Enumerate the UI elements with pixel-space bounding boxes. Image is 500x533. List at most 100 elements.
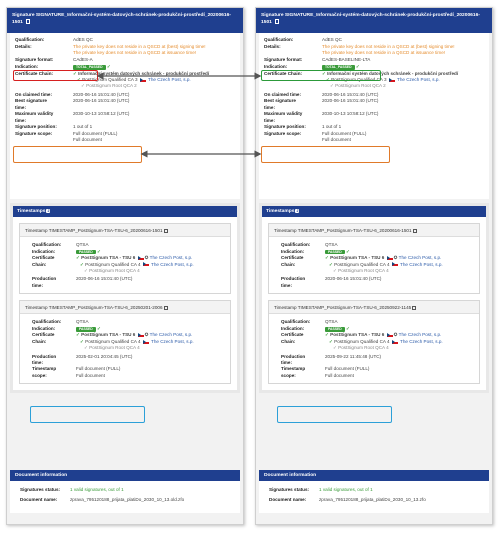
czech-flag-icon <box>137 333 144 338</box>
ts-chain-item-root[interactable]: ✓ PostSignum Root QCA 4 <box>325 268 475 274</box>
signature-header[interactable]: Signature SIGNATURE_Informační-systém-da… <box>256 8 492 33</box>
qualification-label: Qualification: <box>264 37 294 42</box>
report-panel-left: Signature SIGNATURE_Informační-systém-da… <box>6 7 244 525</box>
copy-icon[interactable] <box>26 19 31 24</box>
timestamps-header[interactable]: Timestamps 2 <box>262 206 486 217</box>
copy-icon[interactable] <box>412 228 417 234</box>
signature-title: Signature SIGNATURE_Informační-systém-da… <box>261 13 480 25</box>
details-value: The private key does not reside in a QSC… <box>73 44 237 57</box>
czech-flag-icon <box>391 339 398 344</box>
on-claimed-time-label: On claimed time: <box>15 91 53 97</box>
timestamps-section: Timestamps 2 Timestamp TIMESTAMP_PostSign… <box>10 203 240 394</box>
on-claimed-time-label: On claimed time: <box>264 91 302 97</box>
czech-flag-icon <box>142 339 149 344</box>
maximum-validity-label: Maximum validity time: <box>15 111 54 123</box>
timestamp-card: Timestamp TIMESTAMP_PostSignum-TSA-TSU-6… <box>268 223 480 295</box>
report-panel-right: Signature SIGNATURE_Informační-systém-da… <box>255 7 493 525</box>
production-time-highlight-right <box>277 406 392 423</box>
ts-indication-badge: PASSED <box>76 326 96 332</box>
timestamps-header[interactable]: Timestamps 2 <box>13 206 237 217</box>
ts-indication-label: Indication: <box>281 325 305 331</box>
timestamp-title[interactable]: Timestamp TIMESTAMP_PostSignum-TSA-TSU-6… <box>269 224 479 237</box>
signature-format-label: Signature format: <box>15 57 54 63</box>
signature-details: Qualification: AdES QC Details: The priva… <box>259 33 489 199</box>
ts-qualification-label: Qualification: <box>32 242 62 247</box>
timestamp-scope-value-2: Full document <box>76 372 105 378</box>
signature-format-label: Signature format: <box>264 57 303 63</box>
production-time-value: 2025-02-01 20:04:45 (UTC) <box>76 353 133 359</box>
ts-certificate-chain-label: Certificate Chain: <box>32 332 55 344</box>
qualification-value: AdES QC <box>73 37 93 42</box>
document-information-header[interactable]: Document information <box>259 470 489 481</box>
qualification-value: AdES QC <box>322 37 342 42</box>
czech-flag-icon <box>388 77 395 82</box>
copy-icon[interactable] <box>163 228 168 234</box>
ts-indication-label: Indication: <box>32 325 56 331</box>
ts-indication-label: Indication: <box>281 248 305 254</box>
ts-certificate-chain-label: Certificate Chain: <box>281 255 304 267</box>
best-signature-time-value: 2020-06-16 15:01:40 (UTC) <box>73 98 130 104</box>
on-claimed-time-value: 2020-06-16 15:01:40 (UTC) <box>73 91 130 97</box>
signature-header[interactable]: Signature SIGNATURE_Informační-systém-da… <box>7 8 243 33</box>
timestamp-scope-label: Timestamp scope: <box>281 366 306 378</box>
copy-icon[interactable] <box>163 305 168 311</box>
timestamp-card: Timestamp TIMESTAMP_PostSignum-TSA-TSU-6… <box>268 300 480 385</box>
copy-icon[interactable] <box>412 305 417 311</box>
details-value: The private key does not reside in a QSC… <box>322 44 486 57</box>
ts-qualification-label: Qualification: <box>281 319 311 325</box>
ts-qualification-value: QTSA <box>76 242 89 247</box>
check-icon: ✓ <box>345 248 350 254</box>
timestamp-card: Timestamp TIMESTAMP_PostSignum-TSA-TSU-6… <box>19 223 231 295</box>
check-icon: ✓ <box>96 325 101 331</box>
czech-flag-icon <box>386 333 393 338</box>
ts-qualification-label: Qualification: <box>32 319 62 325</box>
maximum-validity-value: 2030-10-13 10:58:12 (UTC) <box>73 111 130 117</box>
details-label: Details: <box>15 43 32 49</box>
detail-warning-2: The private key does not reside in a QSC… <box>322 50 446 55</box>
signature-title: Signature SIGNATURE_Informační-systém-da… <box>12 13 231 25</box>
timestamp-title[interactable]: Timestamp TIMESTAMP_PostSignum-TSA-TSU-6… <box>269 301 479 315</box>
production-time-value: 2020-06-16 15:01:40 (UTC) <box>325 276 382 282</box>
timestamps-count-badge: 2 <box>295 209 300 213</box>
ts-qualification-label: Qualification: <box>281 242 311 247</box>
signature-format-highlight-left <box>13 70 98 81</box>
chain-item-root[interactable]: ✓ PostSignum Root QCA 2 <box>73 83 237 89</box>
signature-position-label: Signature position: <box>15 124 57 130</box>
production-time-label: Production time: <box>32 353 57 366</box>
check-icon: ✓ <box>106 64 111 69</box>
ts-qualification-value: QTSA <box>76 319 89 325</box>
ts-certificate-chain-label: Certificate Chain: <box>32 255 55 267</box>
best-signature-time-value: 2020-06-16 15:01:40 (UTC) <box>322 98 379 104</box>
signatures-status-value: 1 valid signatures, out of 1 <box>319 487 373 492</box>
document-name-label: Document name: <box>269 496 307 502</box>
copy-icon[interactable] <box>275 19 280 24</box>
production-time-label: Production time: <box>281 353 306 366</box>
signatures-status-label: Signatures status: <box>20 487 61 492</box>
ts-chain-item-root[interactable]: ✓ PostSignum Root QCA 4 <box>325 345 475 351</box>
document-name-value: zprava_795120188_prijata_platiDo_2030_10… <box>319 496 426 502</box>
ts-chain-item-root[interactable]: ✓ PostSignum Root QCA 4 <box>76 268 226 274</box>
timestamp-scope-value-2: Full document <box>325 372 354 378</box>
signature-details: Qualification: AdES QC Details: The priva… <box>10 33 240 199</box>
ts-indication-badge: PASSED <box>325 326 345 332</box>
signature-format-value: CAdES-A <box>73 57 93 63</box>
ts-qualification-value: QTSA <box>325 319 338 325</box>
maximum-validity-highlight-left <box>13 146 142 163</box>
czech-flag-icon <box>139 77 146 82</box>
ts-qualification-value: QTSA <box>325 242 338 247</box>
maximum-validity-label: Maximum validity time: <box>264 111 303 123</box>
production-time-value: 2025-09-22 11:45:48 (UTC) <box>325 353 382 359</box>
ts-chain-item-root[interactable]: ✓ PostSignum Root QCA 4 <box>76 345 226 351</box>
document-information: Document information Signatures status: 1… <box>10 470 240 513</box>
details-label: Details: <box>264 43 281 49</box>
timestamps-section: Timestamps 2 Timestamp TIMESTAMP_PostSign… <box>259 203 489 394</box>
timestamp-title[interactable]: Timestamp TIMESTAMP_PostSignum-TSA-TSU-6… <box>20 301 230 315</box>
check-icon: ✓ <box>355 64 360 69</box>
timestamp-title[interactable]: Timestamp TIMESTAMP_PostSignum-TSA-TSU-6… <box>20 224 230 237</box>
czech-flag-icon <box>142 262 149 267</box>
document-information-header[interactable]: Document information <box>10 470 240 481</box>
czech-flag-icon <box>386 255 393 260</box>
check-icon: ✓ <box>345 325 350 331</box>
signature-position-value: 1 out of 1 <box>73 124 93 130</box>
chain-item-root[interactable]: ✓ PostSignum Root QCA 2 <box>322 83 486 89</box>
